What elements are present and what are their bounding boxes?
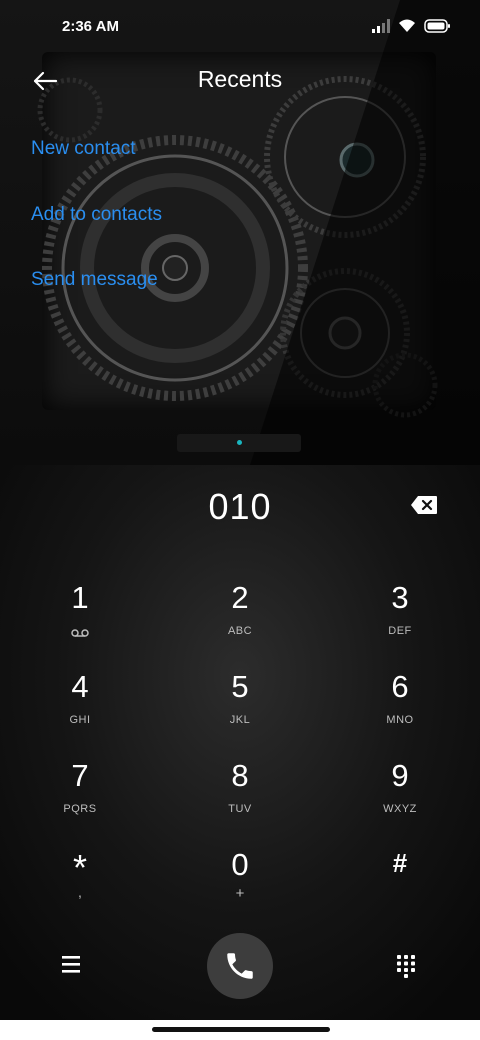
key-digit: 8 (231, 758, 249, 793)
key-8[interactable]: 8 TUV (185, 758, 295, 838)
key-2[interactable]: 2 ABC (185, 580, 295, 660)
key-0[interactable]: 0 + (185, 847, 295, 927)
home-indicator[interactable] (152, 1027, 330, 1032)
key-digit: 9 (391, 758, 409, 793)
wifi-icon (398, 19, 416, 38)
key-digit: 7 (71, 758, 89, 793)
key-digit: * (72, 847, 87, 888)
key-digit: 5 (231, 669, 249, 704)
call-button[interactable] (207, 933, 273, 999)
key-letters: DEF (388, 625, 412, 637)
backspace-icon (411, 496, 437, 514)
new-contact-link[interactable]: New contact (31, 138, 136, 160)
key-letters: JKL (229, 714, 251, 726)
wallpaper-dot (237, 440, 242, 445)
key-digit: 6 (391, 669, 409, 704)
add-to-contacts-link[interactable]: Add to contacts (31, 204, 162, 226)
key-letters: , (78, 884, 82, 900)
key-4[interactable]: 4 GHI (25, 669, 135, 749)
key-hash[interactable]: # (345, 845, 455, 925)
key-letters: TUV (228, 803, 252, 815)
key-letters: MNO (386, 714, 414, 726)
key-3[interactable]: 3 DEF (345, 580, 455, 660)
send-message-link[interactable]: Send message (31, 269, 158, 291)
menu-button[interactable] (60, 955, 86, 977)
key-letters: ABC (227, 625, 253, 637)
key-9[interactable]: 9 WXYZ (345, 758, 455, 838)
page-title: Recents (197, 66, 283, 92)
phone-icon (227, 953, 253, 979)
status-bar: 2:36 AM (0, 0, 480, 56)
navigation-bar (0, 1020, 480, 1040)
battery-icon (424, 18, 450, 38)
key-digit: 2 (231, 580, 249, 615)
key-7[interactable]: 7 PQRS (25, 758, 135, 838)
key-6[interactable]: 6 MNO (345, 669, 455, 749)
status-icons (372, 18, 450, 38)
voicemail-icon (71, 629, 89, 637)
backspace-button[interactable] (410, 495, 444, 519)
key-1[interactable]: 1 (25, 580, 135, 660)
key-star[interactable]: * , (25, 850, 135, 930)
key-digit: 0 (231, 847, 249, 882)
key-letters: + (235, 885, 245, 902)
key-letters: WXYZ (383, 803, 417, 815)
dialed-number: 010 (208, 486, 272, 527)
key-letters: PQRS (63, 803, 97, 815)
key-digit: 4 (71, 669, 89, 704)
signal-icon (372, 18, 390, 38)
dialpad-icon (397, 955, 415, 978)
dialpad-toggle-button[interactable] (396, 954, 418, 978)
key-letters: GHI (69, 714, 91, 726)
key-5[interactable]: 5 JKL (185, 669, 295, 749)
key-digit: # (392, 848, 408, 878)
menu-icon (62, 956, 80, 973)
key-digit: 1 (71, 580, 89, 615)
status-time: 2:36 AM (62, 18, 119, 35)
key-digit: 3 (391, 580, 409, 615)
